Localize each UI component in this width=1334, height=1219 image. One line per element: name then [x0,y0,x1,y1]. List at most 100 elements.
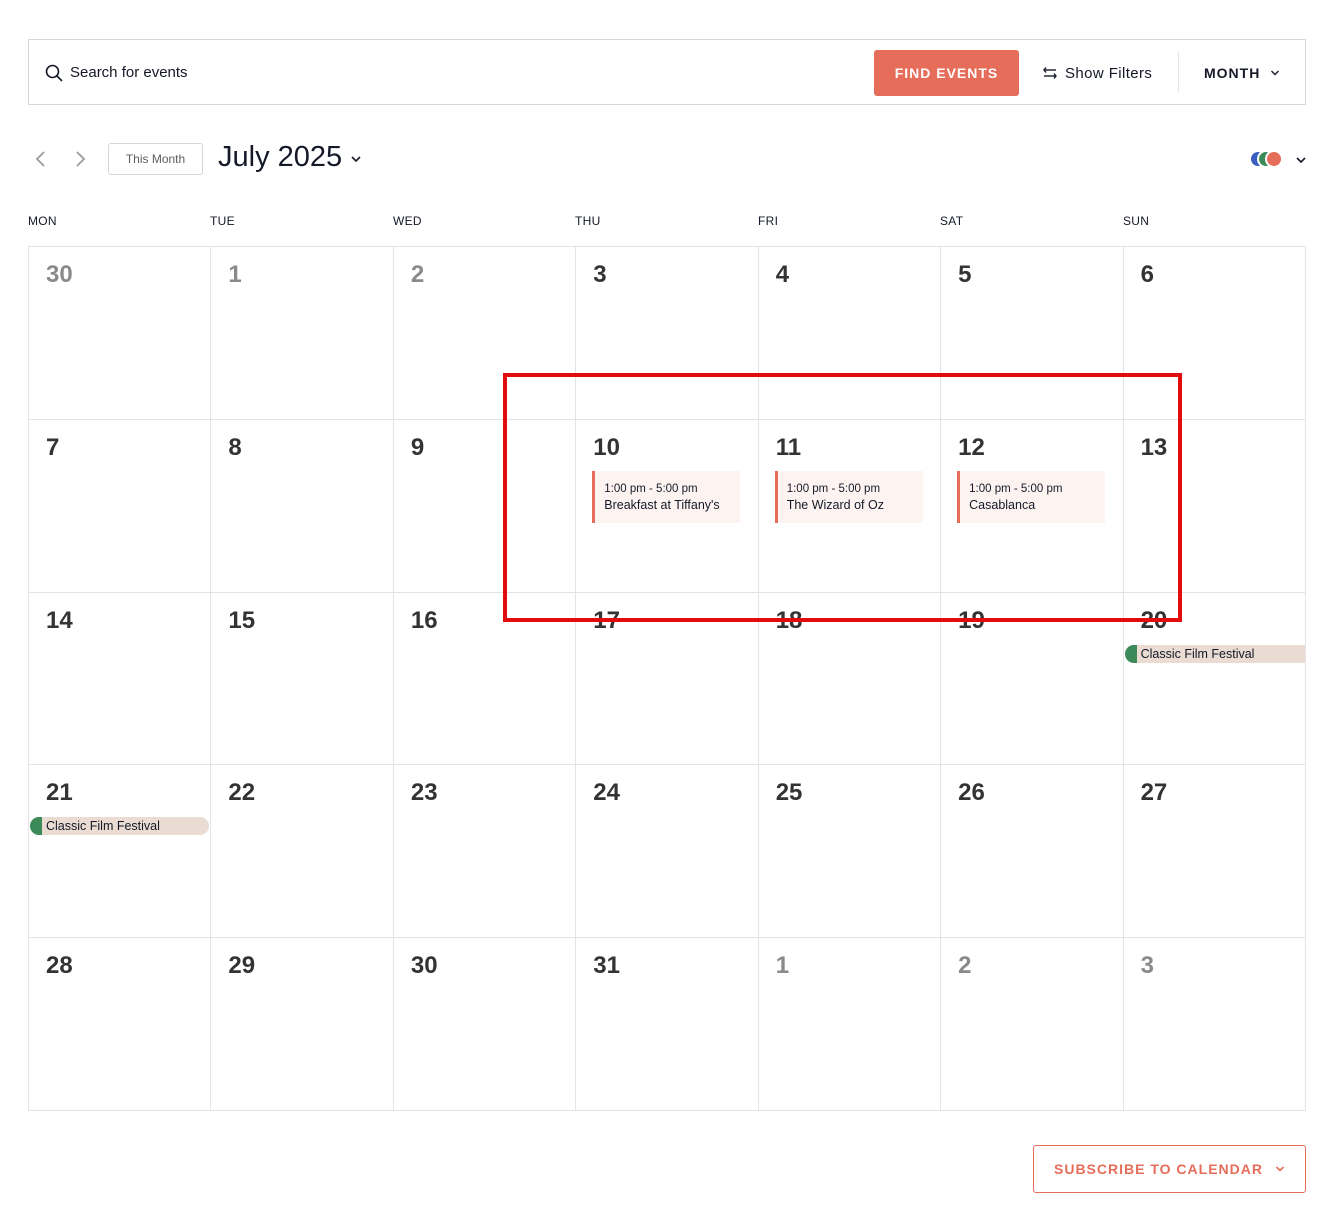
subscribe-label: SUBSCRIBE TO CALENDAR [1054,1161,1263,1177]
day-number[interactable]: 27 [1141,779,1168,807]
day-cell[interactable]: 9 [393,419,577,593]
show-filters-button[interactable]: Show Filters [1043,60,1152,86]
day-number[interactable]: 8 [228,434,241,462]
subscribe-to-calendar-button[interactable]: SUBSCRIBE TO CALENDAR [1033,1145,1306,1193]
day-cell[interactable]: 12 1:00 pm - 5:00 pm Casablanca [941,419,1124,593]
category-legend-toggle[interactable] [1249,149,1309,171]
day-number[interactable]: 15 [228,607,255,635]
day-cell[interactable]: 3 [1123,938,1306,1111]
day-cell[interactable]: 3 [576,247,759,420]
view-selector[interactable]: MONTH [1204,60,1280,86]
day-cell[interactable]: 31 [576,938,759,1111]
event-card[interactable]: 1:00 pm - 5:00 pm Casablanca [957,470,1106,523]
chevron-down-icon [1275,1166,1285,1172]
day-number[interactable]: 13 [1141,434,1168,462]
day-cell[interactable]: 21 Classic Film Festival [29,765,212,939]
day-cell[interactable]: 13 [1123,419,1306,593]
day-cell[interactable]: 29 [211,938,394,1111]
day-number[interactable]: 30 [46,261,73,289]
next-month-icon[interactable] [70,149,90,169]
event-card[interactable]: 1:00 pm - 5:00 pm Breakfast at Tiffany's [592,470,741,523]
day-number[interactable]: 19 [958,607,985,635]
day-cell[interactable]: 27 [1123,765,1306,939]
day-number[interactable]: 25 [776,779,803,807]
day-cell[interactable]: 2 [941,938,1124,1111]
day-number[interactable]: 23 [411,779,438,807]
day-number[interactable]: 12 [958,434,985,462]
this-month-button[interactable]: This Month [108,143,203,175]
day-cell[interactable]: 25 [758,765,942,939]
day-cell[interactable]: 18 [758,592,942,766]
weekday-header: MON [28,214,57,228]
view-selector-label: MONTH [1204,65,1261,81]
day-cell[interactable]: 14 [29,592,212,766]
previous-month-icon[interactable] [31,149,51,169]
chevron-down-icon [351,155,361,162]
day-cell[interactable]: 30 [29,247,212,420]
multiday-event-bar[interactable]: Classic Film Festival [1124,644,1305,663]
day-number[interactable]: 18 [776,607,803,635]
day-number[interactable]: 16 [411,607,438,635]
day-number[interactable]: 1 [228,261,241,289]
search-icon [45,64,63,82]
day-cell[interactable]: 8 [211,419,394,593]
event-category-marker [1124,644,1137,663]
weekday-header: THU [575,214,601,228]
day-number[interactable]: 30 [411,952,438,980]
day-number[interactable]: 11 [776,434,801,462]
day-cell[interactable]: 26 [941,765,1124,939]
day-number[interactable]: 2 [411,261,424,289]
day-number[interactable]: 3 [1141,952,1154,980]
day-cell[interactable]: 22 [211,765,394,939]
day-number[interactable]: 21 [46,779,73,807]
day-number[interactable]: 1 [776,952,789,980]
day-number[interactable]: 24 [593,779,620,807]
day-cell[interactable]: 5 [941,247,1124,420]
weekday-header: FRI [758,214,779,228]
multiday-event-bar[interactable]: Classic Film Festival [30,817,210,836]
day-number[interactable]: 6 [1141,261,1154,289]
event-category-marker [30,817,42,836]
day-cell[interactable]: 1 [211,247,394,420]
day-cell[interactable]: 20 Classic Film Festival [1123,592,1306,766]
day-cell[interactable]: 28 [29,938,212,1111]
day-number[interactable]: 3 [593,261,606,289]
event-time: 1:00 pm - 5:00 pm [786,482,881,495]
day-cell[interactable]: 11 1:00 pm - 5:00 pm The Wizard of Oz [758,419,942,593]
day-cell[interactable]: 7 [29,419,212,593]
day-cell[interactable]: 15 [211,592,394,766]
day-cell[interactable]: 24 [576,765,759,939]
day-number[interactable]: 4 [776,261,789,289]
day-number[interactable]: 20 [1141,607,1168,635]
event-title: Casablanca [969,497,1036,512]
find-events-button[interactable]: FIND EVENTS [874,50,1019,96]
day-cell[interactable]: 2 [393,247,577,420]
day-number[interactable]: 10 [593,434,620,462]
day-number[interactable]: 28 [46,952,73,980]
day-number[interactable]: 7 [46,434,59,462]
search-input[interactable] [70,60,770,84]
day-cell[interactable]: 1 [758,938,942,1111]
day-number[interactable]: 2 [958,952,971,980]
day-cell[interactable]: 17 [576,592,759,766]
day-number[interactable]: 17 [593,607,620,635]
day-cell[interactable]: 23 [393,765,577,939]
day-cell[interactable]: 6 [1123,247,1306,420]
day-number[interactable]: 22 [228,779,255,807]
month-grid: 30 1 2 3 4 5 6 7 8 9 10 1:00 pm - 5:00 pm Breakfast … [28,246,1306,1111]
day-number[interactable]: 9 [411,434,424,462]
day-cell[interactable]: 4 [758,247,942,420]
day-number[interactable]: 26 [958,779,985,807]
month-picker[interactable]: July 2025 [218,141,362,174]
day-number[interactable]: 5 [958,261,971,289]
day-number[interactable]: 31 [593,952,620,980]
day-cell[interactable]: 30 [393,938,577,1111]
day-number[interactable]: 29 [228,952,255,980]
day-cell[interactable]: 19 [941,592,1124,766]
weekday-header: SUN [1123,214,1150,228]
day-cell[interactable]: 16 [393,592,577,766]
day-cell[interactable]: 10 1:00 pm - 5:00 pm Breakfast at Tiffany'… [576,419,759,593]
filters-icon [1043,67,1057,79]
event-card[interactable]: 1:00 pm - 5:00 pm The Wizard of Oz [774,470,923,523]
day-number[interactable]: 14 [46,607,73,635]
